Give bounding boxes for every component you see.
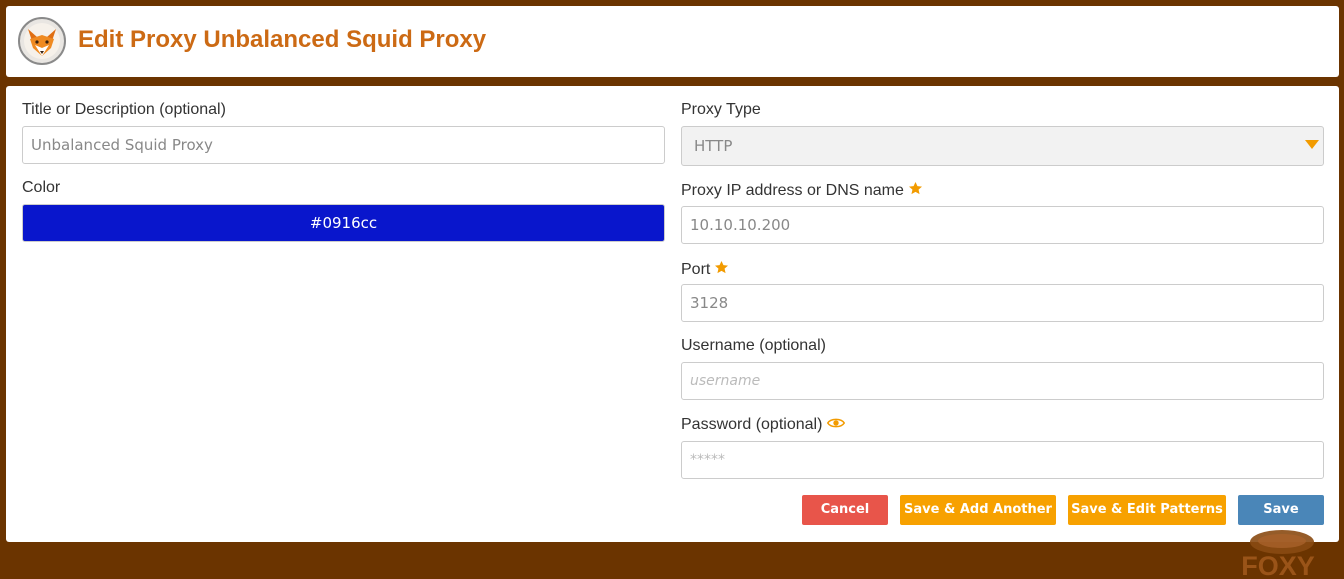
watermark-text: FOXY (1241, 551, 1315, 579)
proxy-address-input[interactable]: 10.10.10.200 (681, 206, 1324, 244)
save-edit-patterns-button[interactable]: Save & Edit Patterns (1068, 495, 1226, 525)
address-label-text: Proxy IP address or DNS name (681, 182, 904, 199)
chevron-down-icon (1305, 140, 1319, 149)
header: Edit Proxy Unbalanced Squid Proxy (6, 6, 1339, 77)
password-label-text: Password (optional) (681, 416, 823, 433)
address-label: Proxy IP address or DNS name (681, 181, 923, 200)
page-title: Edit Proxy Unbalanced Squid Proxy (78, 26, 487, 53)
star-icon (715, 260, 729, 274)
title-label: Title or Description (optional) (22, 101, 226, 118)
proxy-type-value: HTTP (694, 137, 733, 155)
port-label: Port (681, 260, 729, 279)
star-icon (908, 181, 922, 195)
password-input[interactable]: ***** (681, 441, 1324, 479)
color-label: Color (22, 179, 61, 196)
title-input[interactable]: Unbalanced Squid Proxy (22, 126, 665, 164)
username-input[interactable]: username (681, 362, 1324, 400)
edit-proxy-form: Title or Description (optional) Unbalanc… (6, 86, 1339, 542)
password-label: Password (optional) (681, 416, 846, 434)
proxy-type-select[interactable]: HTTP (681, 126, 1324, 166)
port-label-text: Port (681, 261, 711, 278)
proxy-type-label: Proxy Type (681, 101, 761, 118)
save-add-another-button[interactable]: Save & Add Another (900, 495, 1056, 525)
color-picker-field[interactable]: #0916cc (22, 204, 665, 242)
port-input[interactable]: 3128 (681, 284, 1324, 322)
username-label: Username (optional) (681, 337, 826, 354)
save-button[interactable]: Save (1238, 495, 1324, 525)
foxyproxy-watermark-logo: FOXY (1241, 530, 1315, 579)
eye-icon[interactable] (827, 416, 846, 430)
foxyproxy-logo-icon (18, 17, 66, 65)
cancel-button[interactable]: Cancel (802, 495, 888, 525)
